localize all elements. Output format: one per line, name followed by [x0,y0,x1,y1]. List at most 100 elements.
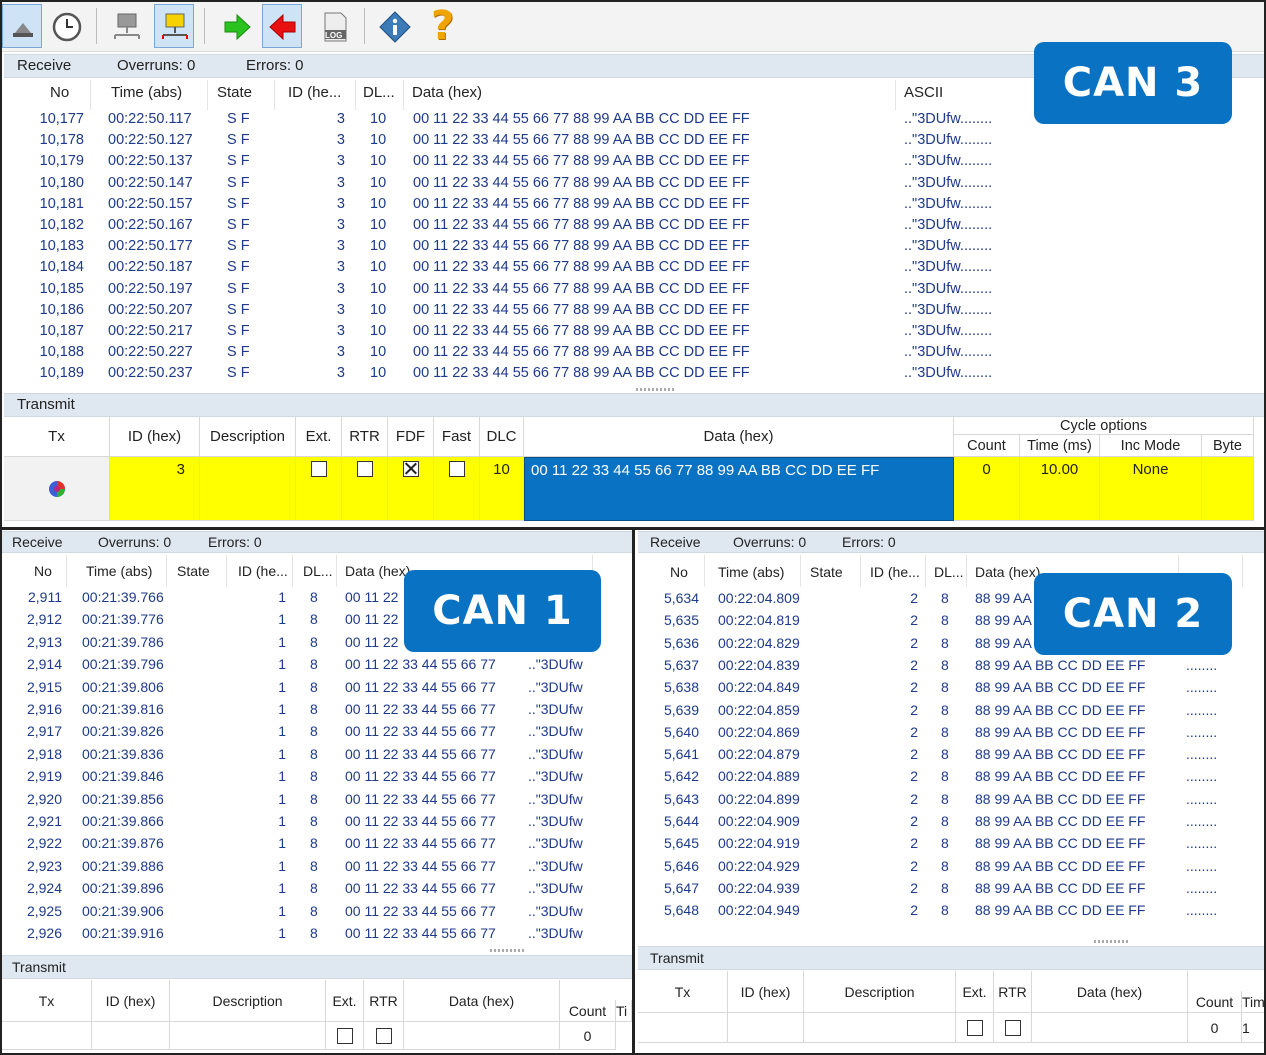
count-cell[interactable]: 0 [560,1022,616,1050]
time-header-partial[interactable]: Tim [1242,991,1266,1013]
fast-cell[interactable] [434,457,480,521]
table-row[interactable]: 2,920 00:21:39.856 1 8 00 11 22 33 44 55 66 … [2,790,632,812]
data-cell[interactable] [1032,1013,1188,1043]
table-row[interactable]: 10,185 00:22:50.197 S F 3 10 00 11 22 33 44 5… [4,280,1266,301]
rtr-header[interactable]: RTR [994,971,1032,1013]
rtr-checkbox[interactable] [375,1027,392,1044]
col-time[interactable]: Time (abs) [718,564,784,580]
table-row[interactable]: 2,914 00:21:39.796 1 8 00 11 22 33 44 55 66 … [2,655,632,677]
inc-mode-header[interactable]: Inc Mode [1100,435,1202,457]
ext-header[interactable]: Ext. [326,980,364,1022]
tx-status-icon[interactable] [47,479,67,499]
rtr-cell[interactable] [364,1022,404,1050]
col-dlc[interactable]: DL... [934,564,964,580]
count-header[interactable]: Count [954,435,1020,457]
col-state[interactable]: State [217,84,252,101]
table-row[interactable]: 10,179 00:22:50.137 S F 3 10 00 11 22 33 44 5… [4,152,1266,173]
tx-header[interactable]: Tx [2,980,92,1022]
col-ascii[interactable]: ASCII [904,84,943,101]
clock-button[interactable] [46,4,86,48]
table-row[interactable]: 10,178 00:22:50.127 S F 3 10 00 11 22 33 44 5… [4,131,1266,152]
data-header[interactable]: Data (hex) [404,980,560,1022]
data-header[interactable]: Data (hex) [524,417,954,457]
id-cell[interactable] [92,1022,170,1050]
description-cell[interactable] [170,1022,326,1050]
info-button[interactable] [374,4,414,48]
can3-receive-list[interactable]: 10,177 00:22:50.117 S F 3 10 00 11 22 33 44 5… [4,110,1266,388]
network-button[interactable] [106,4,146,48]
data-cell[interactable]: 00 11 22 33 44 55 66 77 88 99 AA BB CC D… [524,457,954,521]
col-id[interactable]: ID (he... [238,563,288,579]
table-row[interactable]: 5,641 00:22:04.879 2 8 88 99 AA BB CC DD EE … [638,745,1266,767]
ext-cell[interactable] [956,1013,994,1043]
table-row[interactable]: 2,925 00:21:39.906 1 8 00 11 22 33 44 55 66 … [2,902,632,924]
data-header[interactable]: Data (hex) [1032,971,1188,1013]
rtr-cell[interactable] [342,457,388,521]
table-row[interactable]: 2,917 00:21:39.826 1 8 00 11 22 33 44 55 66 … [2,722,632,744]
time-cell[interactable]: 10.00 [1020,457,1100,521]
table-row[interactable]: 10,187 00:22:50.217 S F 3 10 00 11 22 33 44 5… [4,322,1266,343]
table-row[interactable]: 5,642 00:22:04.889 2 8 88 99 AA BB CC DD EE … [638,767,1266,789]
table-row[interactable]: 5,640 00:22:04.869 2 8 88 99 AA BB CC DD EE … [638,723,1266,745]
col-id[interactable]: ID (he... [870,564,920,580]
rtr-cell[interactable] [994,1013,1032,1043]
count-header[interactable]: Count [1188,991,1242,1013]
table-row[interactable]: 2,919 00:21:39.846 1 8 00 11 22 33 44 55 66 … [2,767,632,789]
col-dlc[interactable]: DL... [363,84,395,101]
table-row[interactable]: 5,644 00:22:04.909 2 8 88 99 AA BB CC DD EE … [638,812,1266,834]
fdf-checkbox[interactable] [402,461,419,477]
col-time[interactable]: Time (abs) [111,84,182,101]
ext-header[interactable]: Ext. [296,417,342,457]
table-row[interactable]: 5,646 00:22:04.929 2 8 88 99 AA BB CC DD EE … [638,857,1266,879]
byte-header[interactable]: Byte [1202,435,1254,457]
ext-cell[interactable] [326,1022,364,1050]
col-time[interactable]: Time (abs) [86,563,152,579]
table-row[interactable]: 10,182 00:22:50.167 S F 3 10 00 11 22 33 44 5… [4,216,1266,237]
rtr-checkbox[interactable] [356,461,373,477]
rtr-header[interactable]: RTR [364,980,404,1022]
table-row[interactable]: 5,643 00:22:04.899 2 8 88 99 AA BB CC DD EE … [638,790,1266,812]
tx-header[interactable]: Tx [4,417,110,457]
tx-cell[interactable] [638,1013,728,1043]
fdf-cell[interactable] [388,457,434,521]
description-cell[interactable] [804,1013,956,1043]
table-row[interactable]: 10,180 00:22:50.147 S F 3 10 00 11 22 33 44 5… [4,174,1266,195]
table-row[interactable]: 2,924 00:21:39.896 1 8 00 11 22 33 44 55 66 … [2,879,632,901]
log-button[interactable]: LOG [314,4,354,48]
ext-cell[interactable] [296,457,342,521]
tx-cell[interactable] [2,1022,92,1050]
description-header[interactable]: Description [804,971,956,1013]
id-header[interactable]: ID (hex) [110,417,200,457]
fast-header[interactable]: Fast [434,417,480,457]
table-row[interactable]: 2,926 00:21:39.916 1 8 00 11 22 33 44 55 66 … [2,924,632,946]
rtr-checkbox[interactable] [1004,1019,1021,1036]
col-no[interactable]: No [50,84,69,101]
ext-checkbox[interactable] [966,1019,983,1036]
col-state[interactable]: State [810,564,843,580]
fast-checkbox[interactable] [448,461,465,477]
table-row[interactable]: 10,186 00:22:50.207 S F 3 10 00 11 22 33 44 5… [4,301,1266,322]
table-row[interactable]: 10,183 00:22:50.177 S F 3 10 00 11 22 33 44 5… [4,237,1266,258]
table-row[interactable]: 10,189 00:22:50.237 S F 3 10 00 11 22 33 44 5… [4,364,1266,385]
description-cell[interactable] [200,457,296,521]
col-no[interactable]: No [670,564,688,580]
table-row[interactable]: 2,921 00:21:39.866 1 8 00 11 22 33 44 55 66 … [2,812,632,834]
table-row[interactable]: 5,648 00:22:04.949 2 8 88 99 AA BB CC DD EE … [638,901,1266,923]
dlc-cell[interactable]: 10 [480,457,524,521]
table-row[interactable]: 5,638 00:22:04.849 2 8 88 99 AA BB CC DD EE … [638,678,1266,700]
col-data[interactable]: Data (hex) [345,563,410,579]
tx-cell[interactable] [4,457,110,521]
count-cell[interactable]: 0 [1188,1013,1242,1043]
table-row[interactable]: 10,184 00:22:50.187 S F 3 10 00 11 22 33 44 5… [4,258,1266,279]
receive-button[interactable] [262,4,302,48]
tx-header[interactable]: Tx [638,971,728,1013]
table-row[interactable]: 10,188 00:22:50.227 S F 3 10 00 11 22 33 44 5… [4,343,1266,364]
fdf-header[interactable]: FDF [388,417,434,457]
network-active-button[interactable] [154,4,194,48]
clear-button[interactable] [2,4,42,48]
time-header[interactable]: Time (ms) [1020,435,1100,457]
col-dlc[interactable]: DL... [303,563,333,579]
time-header-partial[interactable]: Ti [616,1000,632,1022]
send-button[interactable] [216,4,256,48]
id-cell[interactable] [728,1013,804,1043]
